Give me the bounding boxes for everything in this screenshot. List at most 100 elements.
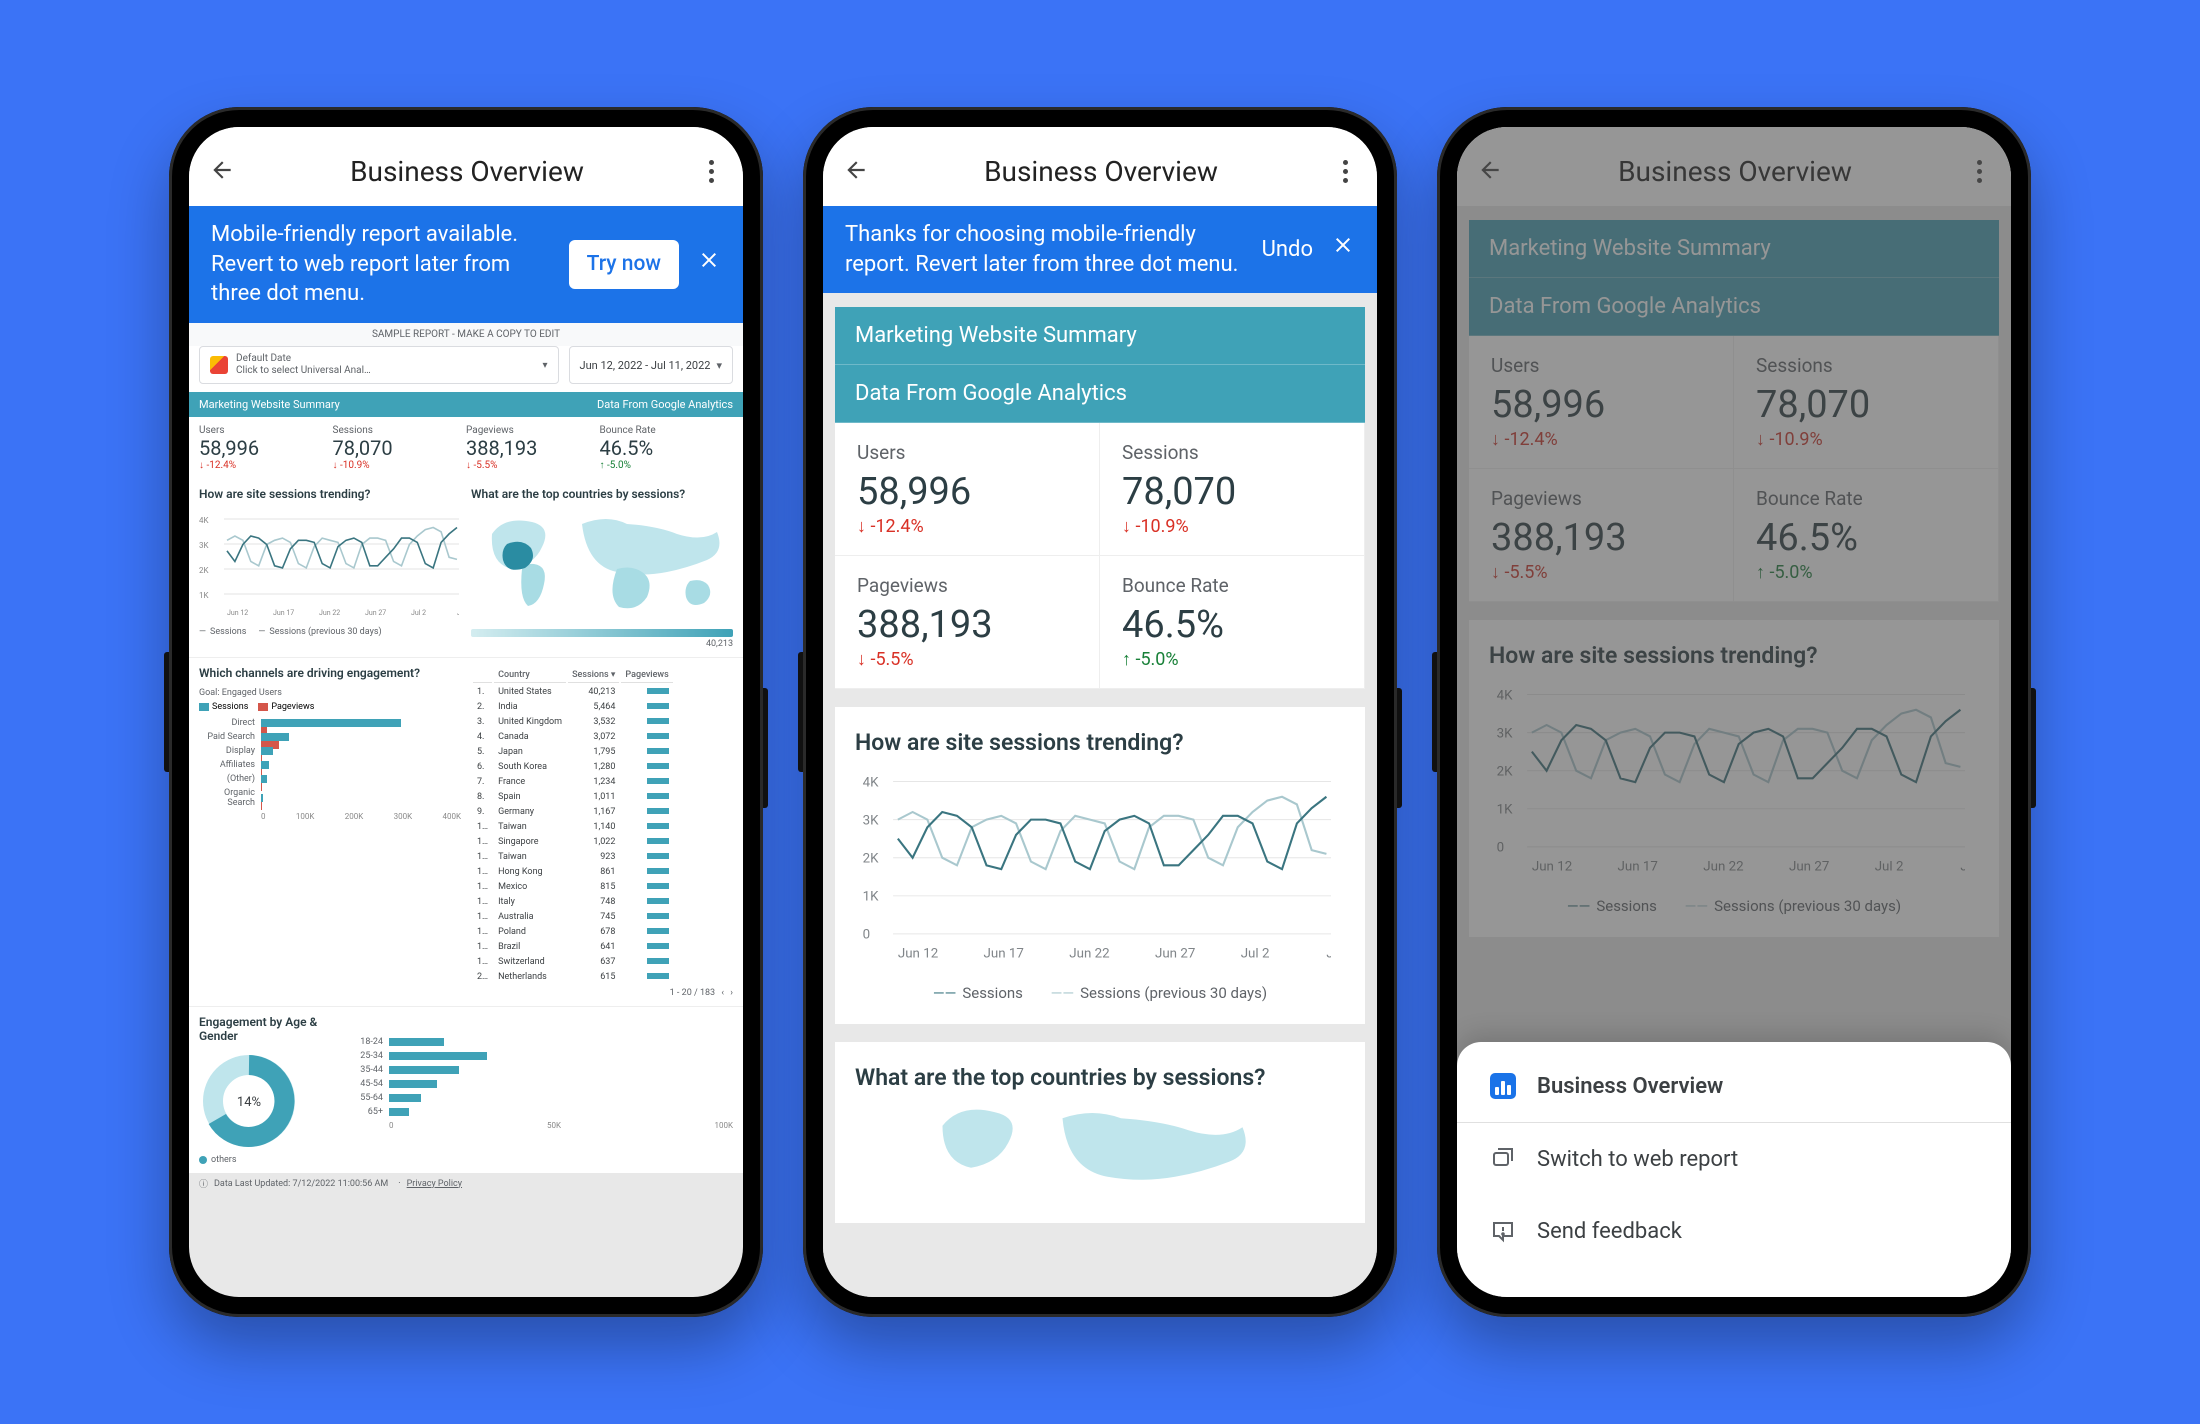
trend-chart-title: How are site sessions trending? xyxy=(199,487,461,501)
phone-frame-2: Business Overview Thanks for choosing mo… xyxy=(803,107,1397,1317)
back-icon[interactable] xyxy=(843,157,869,187)
svg-text:4K: 4K xyxy=(199,516,209,525)
banner-close-icon[interactable] xyxy=(697,248,721,281)
screen-3: Business Overview Marketing Website Summ… xyxy=(1457,127,2011,1297)
sessions-trend-chart-small: 4K 3K 2K 1K Jun 12Jun 17Jun 22Jun 27Jul … xyxy=(199,509,459,619)
info-icon: ⓘ xyxy=(199,1177,208,1190)
svg-text:Jun 12: Jun 12 xyxy=(898,947,938,962)
overflow-menu-icon[interactable] xyxy=(1333,160,1357,183)
kpi-card: Bounce Rate46.5%↑ -5.0% xyxy=(1100,556,1365,689)
report-header-strip: Marketing Website Summary Data From Goog… xyxy=(189,392,743,417)
kpi-card: Pageviews388,193↓ -5.5% xyxy=(835,556,1100,689)
age-row: 45-54 xyxy=(349,1079,733,1089)
svg-text:2K: 2K xyxy=(863,852,879,867)
kpi-card: Users58,996↓ -12.4% xyxy=(199,425,333,471)
table-row: 3.United Kingdom3,532 xyxy=(473,715,673,728)
overflow-menu-icon[interactable] xyxy=(699,160,723,183)
channel-row: Direct xyxy=(199,718,461,728)
channel-row: Organic Search xyxy=(199,788,461,808)
channel-row: Paid Search xyxy=(199,732,461,742)
sheet-current-page[interactable]: Business Overview xyxy=(1457,1050,2011,1122)
two-panel-row: How are site sessions trending? 4K 3K 2K… xyxy=(189,479,743,657)
age-row: 25-34 xyxy=(349,1051,733,1061)
svg-text:Jun 22: Jun 22 xyxy=(1069,947,1109,962)
screen-1: Business Overview Mobile-friendly report… xyxy=(189,127,743,1297)
table-row: 2…Netherlands615 xyxy=(473,970,673,983)
kpi-card: Pageviews388,193↓ -5.5% xyxy=(466,425,600,471)
datasource-selector[interactable]: Default Date Click to select Universal A… xyxy=(199,346,559,384)
pager-prev-icon[interactable]: ‹ xyxy=(721,988,724,998)
svg-text:2K: 2K xyxy=(199,566,209,575)
channels-and-table-row: Which channels are driving engagement? G… xyxy=(189,657,743,1006)
sessions-trend-chart: 4K3K2K1K0 Jun 12Jun 17Jun 22Jun 27Jul 2J… xyxy=(855,772,1331,972)
banner-text: Thanks for choosing mobile-friendly repo… xyxy=(845,220,1244,279)
table-row: 1.United States40,213 xyxy=(473,685,673,698)
page-title: Business Overview xyxy=(869,155,1333,188)
banner-text: Mobile-friendly report available. Revert… xyxy=(211,220,551,309)
privacy-link[interactable]: Privacy Policy xyxy=(407,1179,462,1189)
channels-title: Which channels are driving engagement? xyxy=(199,666,461,680)
date-range-selector[interactable]: Jun 12, 2022 - Jul 11, 2022 ▾ xyxy=(569,346,733,384)
svg-text:3K: 3K xyxy=(199,541,209,550)
sheet-switch-web[interactable]: Switch to web report xyxy=(1457,1123,2011,1195)
age-row: 35-44 xyxy=(349,1065,733,1075)
phone-frame-3: Business Overview Marketing Website Summ… xyxy=(1437,107,2031,1317)
confirm-banner: Thanks for choosing mobile-friendly repo… xyxy=(823,206,1377,293)
svg-text:Jun 17: Jun 17 xyxy=(273,609,294,617)
table-row: 5.Japan1,795 xyxy=(473,745,673,758)
try-now-button[interactable]: Try now xyxy=(569,240,679,288)
svg-text:Jul 2: Jul 2 xyxy=(411,609,426,617)
promo-banner: Mobile-friendly report available. Revert… xyxy=(189,206,743,323)
table-row: 1…Italy748 xyxy=(473,895,673,908)
report-footer: ⓘ Data Last Updated: 7/12/2022 11:00:56 … xyxy=(189,1173,743,1194)
svg-text:1K: 1K xyxy=(199,591,209,600)
topbar: Business Overview xyxy=(189,139,743,206)
kpi-card: Sessions78,070↓ -10.9% xyxy=(1100,423,1365,556)
svg-text:14%: 14% xyxy=(237,1095,261,1110)
chevron-down-icon: ▾ xyxy=(716,359,722,372)
svg-text:3K: 3K xyxy=(863,814,879,829)
kpi-card: Users58,996↓ -12.4% xyxy=(835,423,1100,556)
countries-table: Country Sessions ▾ Pageviews 1.United St… xyxy=(471,666,675,985)
table-row: 1…Singapore1,022 xyxy=(473,835,673,848)
svg-text:4K: 4K xyxy=(863,776,879,791)
svg-text:Jun 27: Jun 27 xyxy=(365,609,386,617)
svg-text:Jul 2: Jul 2 xyxy=(1241,947,1270,962)
world-map xyxy=(855,1107,1345,1197)
table-row: 1…Switzerland637 xyxy=(473,955,673,968)
phone-frame-1: Business Overview Mobile-friendly report… xyxy=(169,107,763,1317)
svg-text:Jun 17: Jun 17 xyxy=(984,947,1024,962)
topbar: Business Overview xyxy=(823,139,1377,206)
map-title: What are the top countries by sessions? xyxy=(471,487,733,501)
sheet-send-feedback[interactable]: Send feedback xyxy=(1457,1195,2011,1267)
undo-button[interactable]: Undo xyxy=(1262,235,1313,265)
kpi-row: Users58,996↓ -12.4%Sessions78,070↓ -10.9… xyxy=(189,417,743,479)
channel-row: Affiliates xyxy=(199,760,461,770)
kpi-card: Bounce Rate46.5%↑ -5.0% xyxy=(600,425,734,471)
svg-text:Jul 7: Jul 7 xyxy=(1326,947,1331,962)
table-row: 1…Brazil641 xyxy=(473,940,673,953)
svg-text:0: 0 xyxy=(863,928,871,943)
table-row: 7.France1,234 xyxy=(473,775,673,788)
report-header-block: Marketing Website Summary Data From Goog… xyxy=(835,307,1365,423)
age-row: 55-64 xyxy=(349,1093,733,1103)
world-map xyxy=(471,509,733,619)
table-row: 1…Taiwan923 xyxy=(473,850,673,863)
age-row: 65+ xyxy=(349,1107,733,1117)
feedback-icon xyxy=(1489,1217,1517,1245)
analytics-logo-icon xyxy=(210,356,228,374)
table-row: 2.India5,464 xyxy=(473,700,673,713)
page-title: Business Overview xyxy=(235,155,699,188)
screen-2: Business Overview Thanks for choosing mo… xyxy=(823,127,1377,1297)
channel-row: (Other) xyxy=(199,774,461,784)
table-row: 8.Spain1,011 xyxy=(473,790,673,803)
countries-section: What are the top countries by sessions? xyxy=(835,1042,1365,1223)
report-icon xyxy=(1490,1073,1516,1099)
svg-text:Jun 22: Jun 22 xyxy=(319,609,340,617)
banner-close-icon[interactable] xyxy=(1331,233,1355,266)
pager-next-icon[interactable]: › xyxy=(730,988,733,998)
table-row: 1…Australia745 xyxy=(473,910,673,923)
web-report-content: SAMPLE REPORT - MAKE A COPY TO EDIT Defa… xyxy=(189,323,743,1297)
window-icon xyxy=(1489,1145,1517,1173)
back-icon[interactable] xyxy=(209,157,235,187)
